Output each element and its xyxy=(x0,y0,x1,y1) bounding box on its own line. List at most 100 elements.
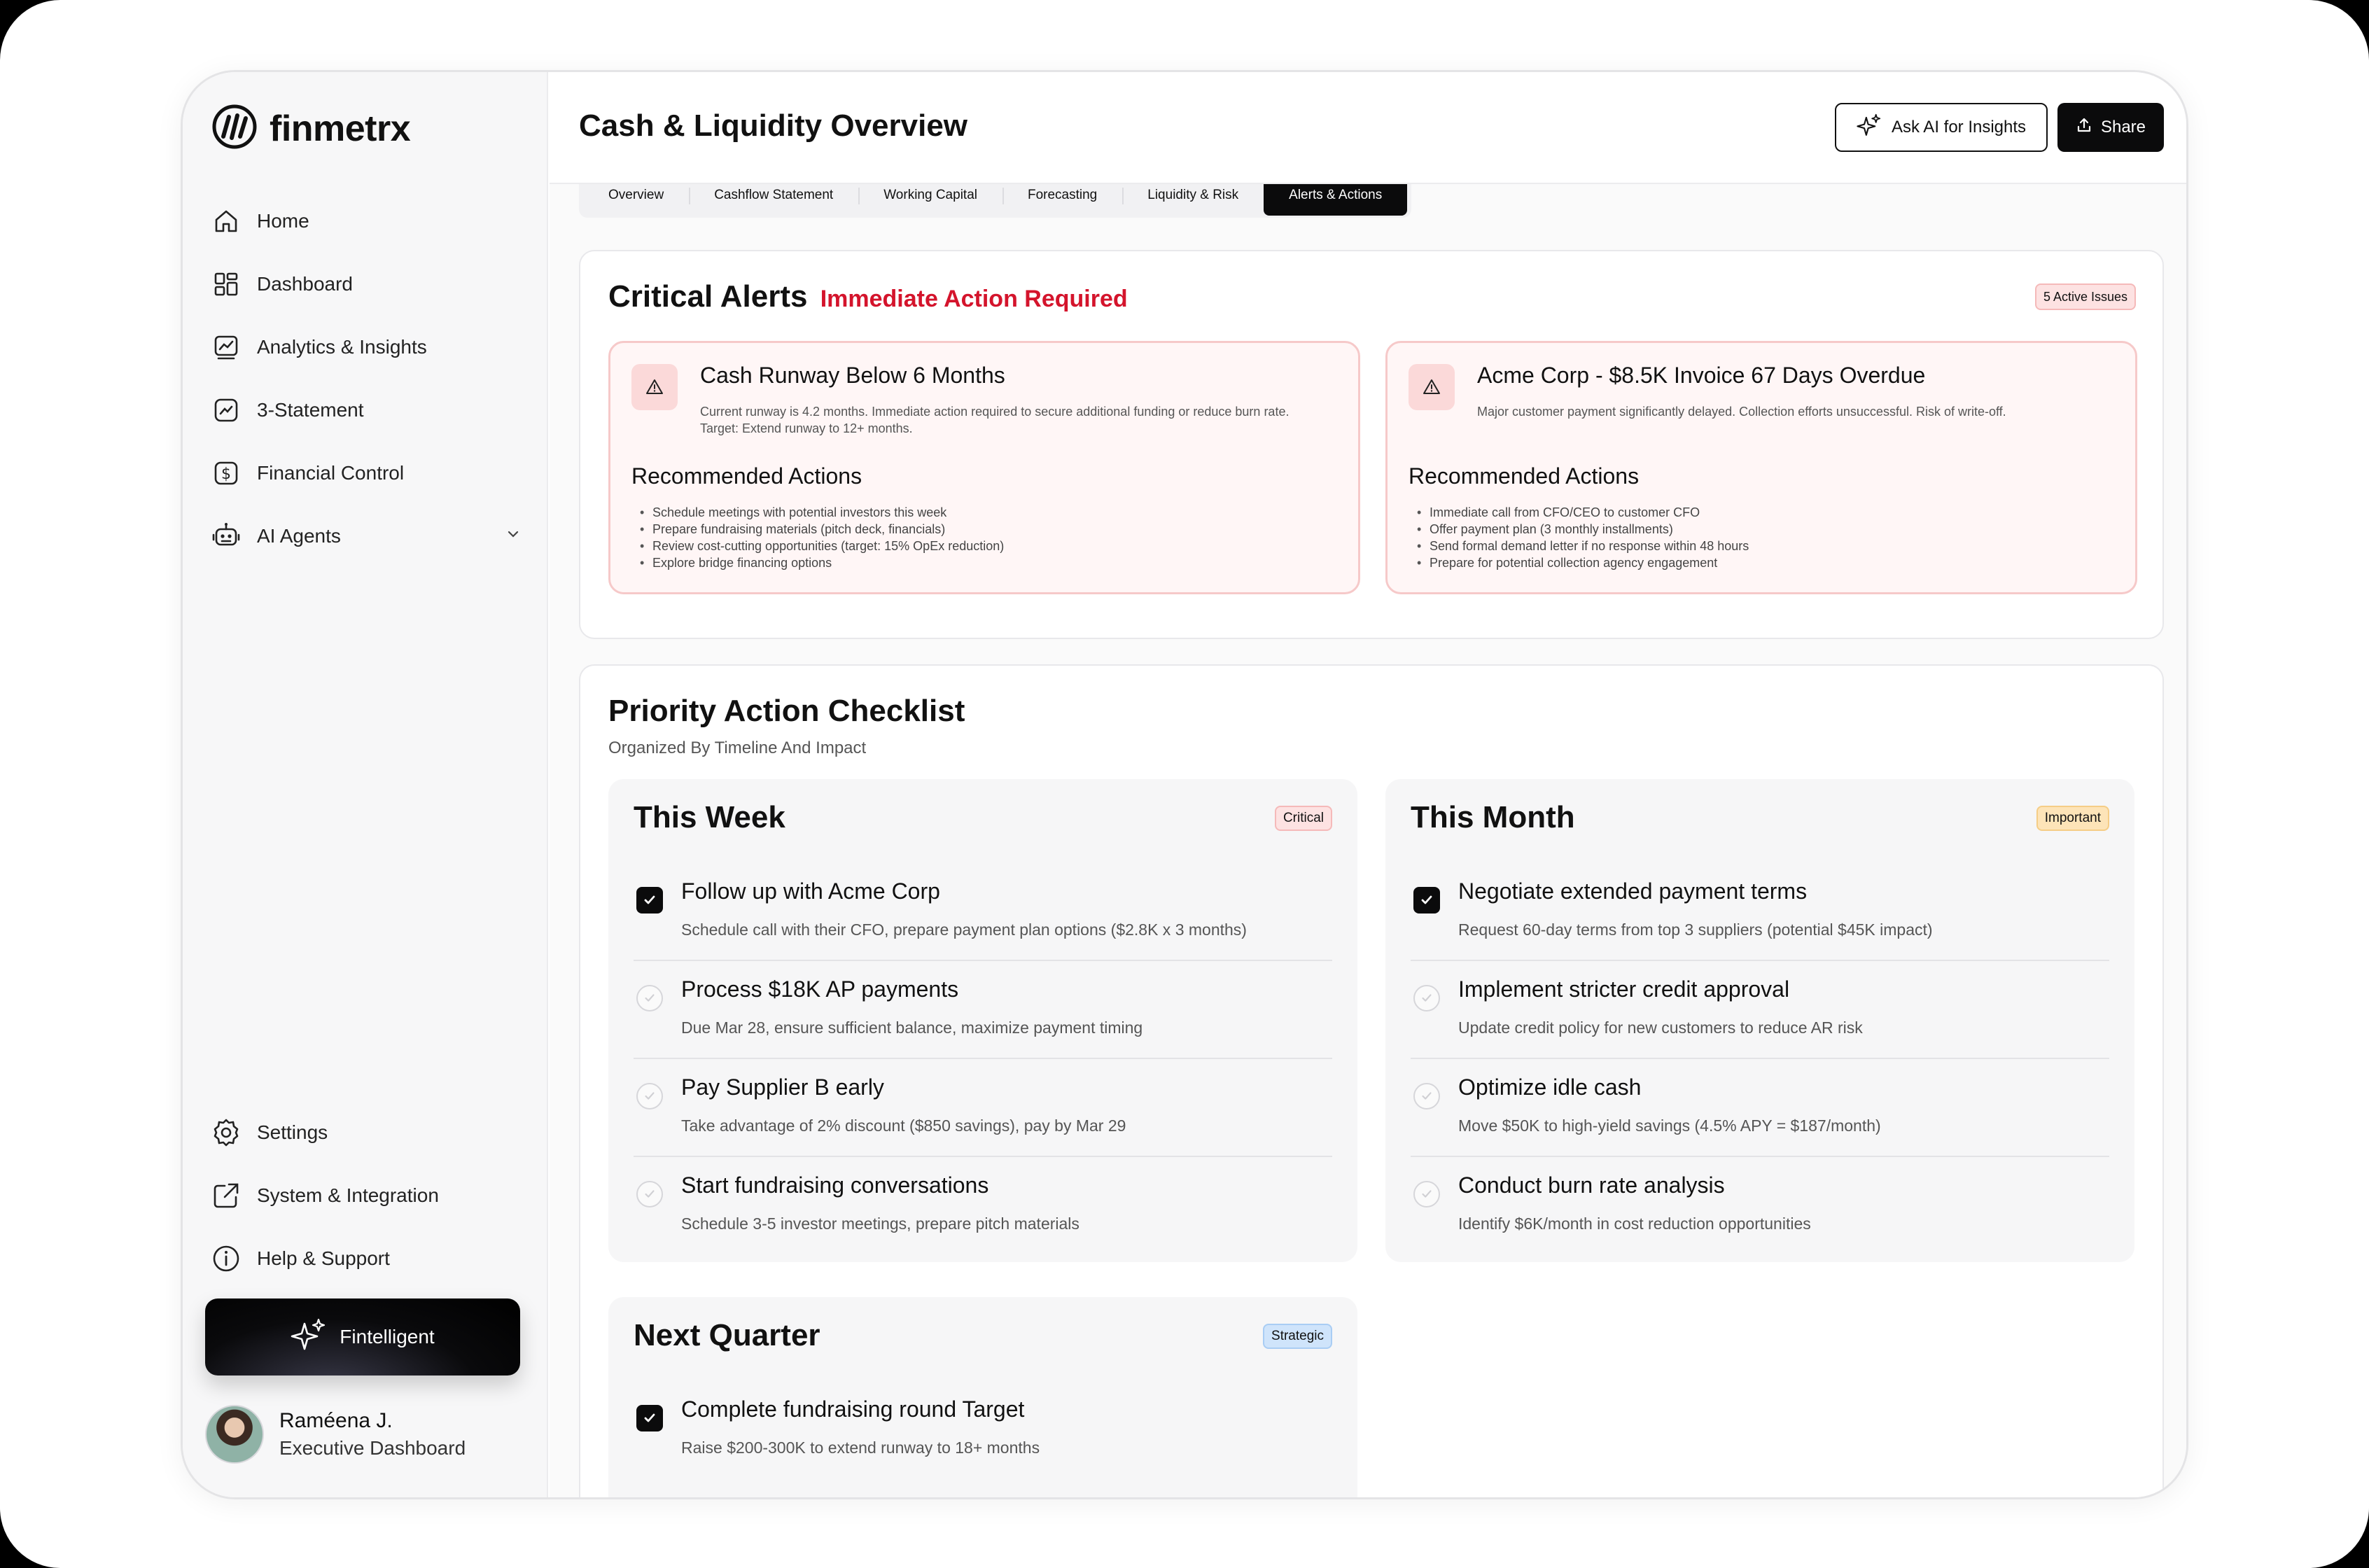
checkbox-unchecked[interactable] xyxy=(636,1083,663,1110)
alert-description: Major customer payment significantly del… xyxy=(1477,405,2006,419)
list-item: Review cost-cutting opportunities (targe… xyxy=(640,538,1004,554)
logo[interactable]: finmetrx xyxy=(212,104,411,153)
checklist-item[interactable]: Optimize idle cash Move $50K to high-yie… xyxy=(1411,1059,2109,1157)
critical-alerts-title: Critical Alerts Immediate Action Require… xyxy=(608,279,1128,314)
important-tag: Important xyxy=(2036,806,2109,831)
item-title: Negotiate extended payment terms xyxy=(1458,878,1808,904)
item-description: Identify $6K/month in cost reduction opp… xyxy=(1458,1214,1811,1233)
tab-overview[interactable]: Overview xyxy=(583,184,689,216)
sidebar-item-label: AI Agents xyxy=(257,525,341,547)
tab-cashflow-statement[interactable]: Cashflow Statement xyxy=(689,184,858,216)
tab-label: Forecasting xyxy=(1027,188,1098,202)
checkbox-unchecked[interactable] xyxy=(1413,1181,1440,1208)
panel-title: This Week xyxy=(634,800,785,834)
alert-title: Acme Corp - $8.5K Invoice 67 Days Overdu… xyxy=(1477,363,1926,388)
checkbox-checked[interactable] xyxy=(1413,887,1440,913)
finmetrx-logo-icon xyxy=(212,104,257,153)
avatar xyxy=(205,1405,264,1464)
share-label: Share xyxy=(2100,118,2146,136)
item-description: Move $50K to high-yield savings (4.5% AP… xyxy=(1458,1116,1881,1135)
brand-name: finmetrx xyxy=(270,108,411,149)
item-title: Conduct burn rate analysis xyxy=(1458,1172,1725,1198)
checklist-item[interactable]: Implement stricter credit approval Updat… xyxy=(1411,961,2109,1059)
checkbox-unchecked[interactable] xyxy=(1413,1083,1440,1110)
alert-description: Current runway is 4.2 months. Immediate … xyxy=(700,405,1290,435)
sidebar-item-settings[interactable]: Settings xyxy=(209,1101,531,1164)
panel-title: This Month xyxy=(1411,800,1575,834)
ask-ai-label: Ask AI for Insights xyxy=(1891,118,2027,136)
fintelligent-button[interactable]: Fintelligent xyxy=(205,1298,520,1376)
checklist-item[interactable]: Follow up with Acme Corp Schedule call w… xyxy=(634,863,1332,961)
checklist-items: Negotiate extended payment terms Request… xyxy=(1411,863,2109,1255)
user-role: Executive Dashboard xyxy=(279,1437,466,1459)
checklist-item[interactable]: Start fundraising conversations Schedule… xyxy=(634,1157,1332,1255)
tab-liquidity-risk[interactable]: Liquidity & Risk xyxy=(1122,184,1264,216)
checkbox-checked[interactable] xyxy=(636,887,663,913)
share-icon xyxy=(2076,117,2092,139)
checklist-item[interactable]: Process $18K AP payments Due Mar 28, ens… xyxy=(634,961,1332,1059)
sidebar-item-analytics[interactable]: Analytics & Insights xyxy=(209,316,531,379)
item-title: Pay Supplier B early xyxy=(681,1074,884,1100)
content-area[interactable]: Overview Cashflow Statement Working Capi… xyxy=(550,184,2186,1497)
list-item: Prepare for potential collection agency … xyxy=(1417,554,1749,571)
share-button[interactable]: Share xyxy=(2057,103,2164,152)
item-description: Raise $200-300K to extend runway to 18+ … xyxy=(681,1438,1040,1457)
fintelligent-label: Fintelligent xyxy=(340,1326,435,1348)
sidebar-item-system-integration[interactable]: System & Integration xyxy=(209,1164,531,1227)
item-description: Request 60-day terms from top 3 supplier… xyxy=(1458,920,1933,939)
tab-alerts-actions[interactable]: Alerts & Actions xyxy=(1264,184,1408,216)
checklist-item[interactable]: Conduct burn rate analysis Identify $6K/… xyxy=(1411,1157,2109,1255)
main-area: Cash & Liquidity Overview Ask AI for Ins… xyxy=(550,72,2186,1497)
tab-label: Working Capital xyxy=(883,188,977,202)
info-icon xyxy=(211,1243,242,1274)
recommended-actions-list: Schedule meetings with potential investo… xyxy=(640,504,1004,571)
tab-forecasting[interactable]: Forecasting xyxy=(1002,184,1122,216)
sidebar-item-ai-agents[interactable]: AI Agents xyxy=(209,505,531,568)
item-description: Due Mar 28, ensure sufficient balance, m… xyxy=(681,1018,1143,1037)
list-item: Immediate call from CFO/CEO to customer … xyxy=(1417,504,1749,521)
checkbox-unchecked[interactable] xyxy=(1413,985,1440,1011)
strategic-tag: Strategic xyxy=(1263,1324,1332,1349)
tab-label: Liquidity & Risk xyxy=(1147,188,1239,202)
checkbox-checked[interactable] xyxy=(636,1405,663,1432)
checklist-items: Complete fundraising round Target Raise … xyxy=(634,1381,1332,1479)
item-description: Update credit policy for new customers t… xyxy=(1458,1018,1863,1037)
checkbox-unchecked[interactable] xyxy=(636,985,663,1011)
recommended-actions-title: Recommended Actions xyxy=(1409,463,1640,489)
tab-label: Overview xyxy=(608,188,664,202)
alert-card-runway[interactable]: Cash Runway Below 6 Months Current runwa… xyxy=(608,341,1360,594)
tab-working-capital[interactable]: Working Capital xyxy=(858,184,1002,216)
gear-icon xyxy=(211,1117,242,1148)
critical-alerts-card: Critical Alerts Immediate Action Require… xyxy=(579,250,2164,639)
list-item: Schedule meetings with potential investo… xyxy=(640,504,1004,521)
item-title: Process $18K AP payments xyxy=(681,976,959,1002)
list-item: Offer payment plan (3 monthly installmen… xyxy=(1417,521,1749,538)
checklist-item[interactable]: Negotiate extended payment terms Request… xyxy=(1411,863,2109,961)
checklist-item[interactable]: Complete fundraising round Target Raise … xyxy=(634,1381,1332,1479)
ask-ai-button[interactable]: Ask AI for Insights xyxy=(1835,103,2048,152)
item-title: Complete fundraising round Target xyxy=(681,1396,1025,1422)
user-name: Raméena J. xyxy=(279,1409,393,1432)
alert-card-acme-invoice[interactable]: Acme Corp - $8.5K Invoice 67 Days Overdu… xyxy=(1385,341,2137,594)
sidebar-item-financial-control[interactable]: $ Financial Control xyxy=(209,442,531,505)
external-link-icon xyxy=(211,1180,242,1211)
alert-title: Cash Runway Below 6 Months xyxy=(700,363,1005,388)
alerts-urgency-text: Immediate Action Required xyxy=(820,286,1128,312)
checkbox-unchecked[interactable] xyxy=(636,1181,663,1208)
analytics-icon xyxy=(211,332,242,363)
sidebar-item-3-statement[interactable]: 3-Statement xyxy=(209,379,531,442)
item-title: Optimize idle cash xyxy=(1458,1074,1642,1100)
sidebar-item-label: 3-Statement xyxy=(257,399,364,421)
user-profile[interactable]: Raméena J. Executive Dashboard xyxy=(205,1405,466,1464)
sidebar-item-home[interactable]: Home xyxy=(209,190,531,253)
sidebar-item-help-support[interactable]: Help & Support xyxy=(209,1227,531,1290)
chevron-down-icon[interactable] xyxy=(505,525,522,547)
dashboard-icon xyxy=(211,269,242,300)
checklist-item[interactable]: Pay Supplier B early Take advantage of 2… xyxy=(634,1059,1332,1157)
sidebar-item-dashboard[interactable]: Dashboard xyxy=(209,253,531,316)
page-title: Cash & Liquidity Overview xyxy=(579,108,968,143)
list-item: Prepare fundraising materials (pitch dec… xyxy=(640,521,1004,538)
sidebar-bottom-nav: Settings System & Integration Help & Sup… xyxy=(209,1101,531,1290)
checklist-subtitle: Organized By Timeline And Impact xyxy=(608,738,867,757)
panel-next-quarter: Next Quarter Strategic Complete fundrais… xyxy=(608,1297,1357,1497)
